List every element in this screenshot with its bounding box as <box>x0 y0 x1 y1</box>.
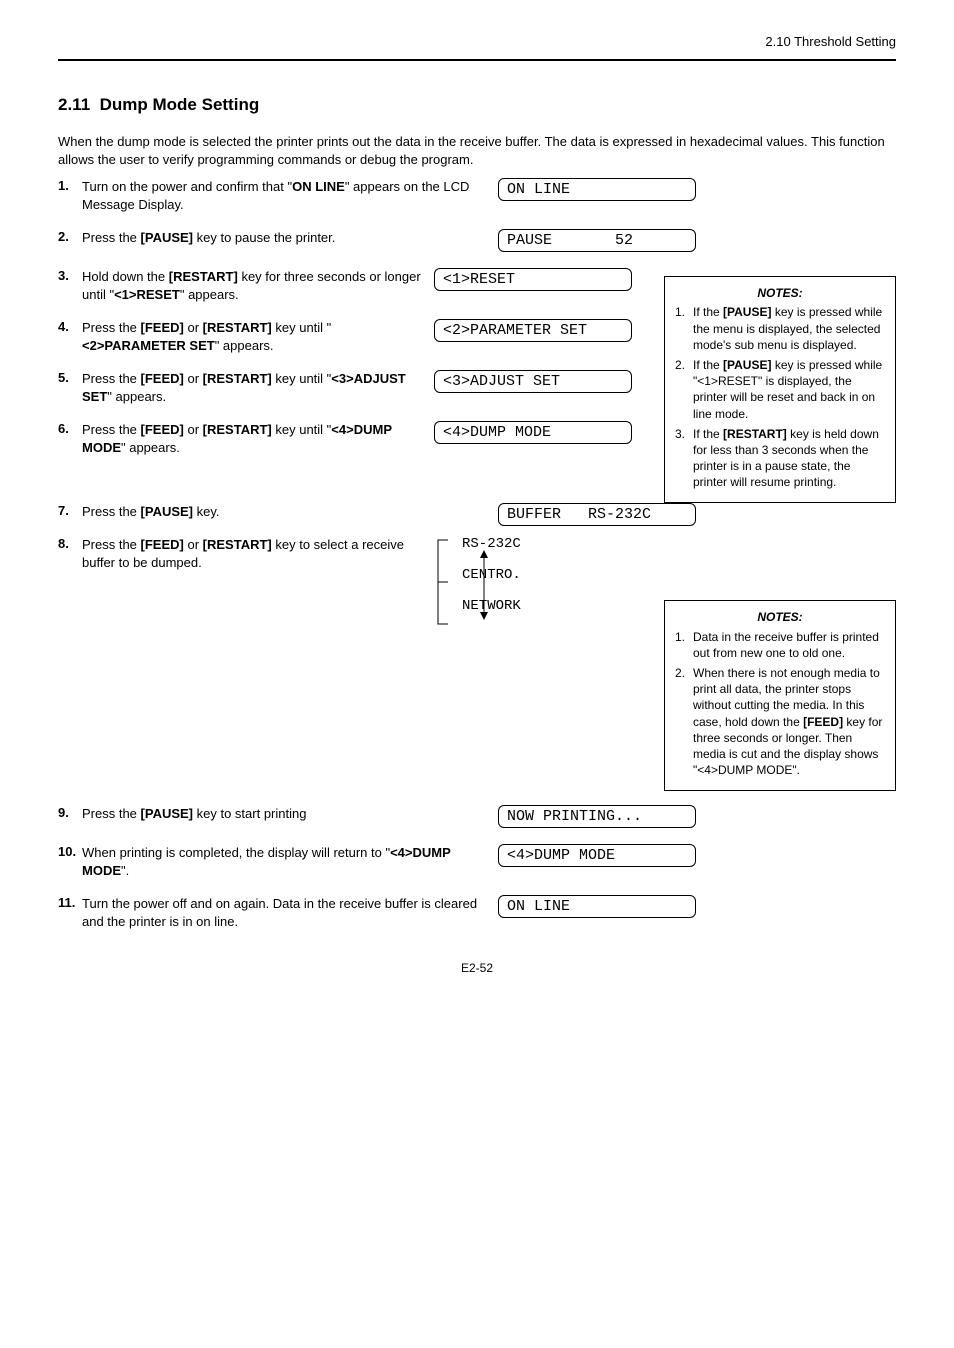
step-number: 8. <box>58 536 82 630</box>
step-9: 9. Press the [PAUSE] key to start printi… <box>58 805 896 828</box>
section-title: 2.11 Dump Mode Setting <box>58 95 896 115</box>
step-1: 1. Turn on the power and confirm that "O… <box>58 178 896 213</box>
select-option: CENTRO. <box>462 567 521 583</box>
step-number: 3. <box>58 268 82 283</box>
step-text: Press the [FEED] or [RESTART] key until … <box>82 370 434 405</box>
step-number: 4. <box>58 319 82 334</box>
note-title: NOTES: <box>675 285 885 301</box>
page-header-right: 2.10 Threshold Setting <box>58 34 896 49</box>
step-number: 2. <box>58 229 82 244</box>
section-title-text: Dump Mode Setting <box>100 95 260 114</box>
lcd-display: <2>PARAMETER SET <box>434 319 632 342</box>
lcd-display: NOW PRINTING... <box>498 805 696 828</box>
lcd-display: <3>ADJUST SET <box>434 370 632 393</box>
select-option: NETWORK <box>462 598 521 614</box>
step-text: Press the [PAUSE] key. <box>82 503 498 521</box>
step-10: 10. When printing is completed, the disp… <box>58 844 896 879</box>
step-number: 1. <box>58 178 82 193</box>
step-text: Press the [FEED] or [RESTART] key to sel… <box>82 536 434 630</box>
step-number: 11. <box>58 895 82 910</box>
header-rule <box>58 59 896 61</box>
step-text: Hold down the [RESTART] key for three se… <box>82 268 434 303</box>
section-number: 2.11 <box>58 95 90 114</box>
step-5: 5. Press the [FEED] or [RESTART] key unt… <box>58 370 664 405</box>
select-option: RS-232C <box>462 536 521 552</box>
step-text: Press the [PAUSE] key to pause the print… <box>82 229 498 247</box>
step-number: 9. <box>58 805 82 820</box>
step-text: Press the [FEED] or [RESTART] key until … <box>82 421 434 456</box>
lcd-display: BUFFER RS-232C <box>498 503 696 526</box>
step-text: When printing is completed, the display … <box>82 844 498 879</box>
lcd-display: <4>DUMP MODE <box>498 844 696 867</box>
lcd-display: PAUSE 52 <box>498 229 696 252</box>
note-box-1: NOTES: 1.If the [PAUSE] key is pressed w… <box>664 276 896 503</box>
note-item: 2.If the [PAUSE] key is pressed while "<… <box>675 357 885 422</box>
select-options-diagram: RS-232C CENTRO. NETWORK <box>434 536 664 630</box>
step-number: 6. <box>58 421 82 436</box>
lcd-display: ON LINE <box>498 178 696 201</box>
step-7: 7. Press the [PAUSE] key. BUFFER RS-232C <box>58 503 896 526</box>
lcd-display: ON LINE <box>498 895 696 918</box>
note-title: NOTES: <box>675 609 885 625</box>
step-number: 7. <box>58 503 82 518</box>
step-text: Turn the power off and on again. Data in… <box>82 895 498 930</box>
note-item: 2.When there is not enough media to prin… <box>675 665 885 778</box>
page-number: E2-52 <box>58 961 896 975</box>
step-text: Press the [FEED] or [RESTART] key until … <box>82 319 434 354</box>
step-4: 4. Press the [FEED] or [RESTART] key unt… <box>58 319 664 354</box>
lcd-display: <1>RESET <box>434 268 632 291</box>
steps-area: 1. Turn on the power and confirm that "O… <box>58 178 896 930</box>
step-number: 10. <box>58 844 82 859</box>
step-6: 6. Press the [FEED] or [RESTART] key unt… <box>58 421 664 456</box>
note-box-2: NOTES: 1.Data in the receive buffer is p… <box>664 600 896 791</box>
step-text: Turn on the power and confirm that "ON L… <box>82 178 498 213</box>
step-11: 11. Turn the power off and on again. Dat… <box>58 895 896 930</box>
note-item: 1.Data in the receive buffer is printed … <box>675 629 885 661</box>
note-item: 1.If the [PAUSE] key is pressed while th… <box>675 304 885 353</box>
lcd-display: <4>DUMP MODE <box>434 421 632 444</box>
note-item: 3.If the [RESTART] key is held down for … <box>675 426 885 491</box>
step-3: 3. Hold down the [RESTART] key for three… <box>58 268 664 303</box>
step-text: Press the [PAUSE] key to start printing <box>82 805 498 823</box>
bracket-icon <box>434 538 450 626</box>
step-number: 5. <box>58 370 82 385</box>
intro-paragraph: When the dump mode is selected the print… <box>58 133 896 168</box>
step-2: 2. Press the [PAUSE] key to pause the pr… <box>58 229 896 252</box>
